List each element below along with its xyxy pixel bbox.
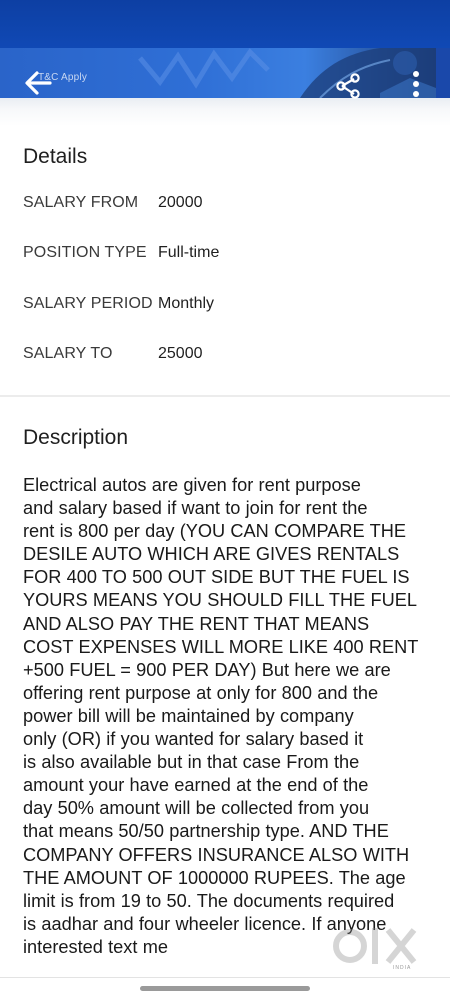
more-vertical-icon <box>413 71 419 97</box>
description-line: is also available but in that case From … <box>23 752 360 773</box>
detail-value-salary-to: 25000 <box>158 345 203 362</box>
description-line: Electrical autos are given for rent purp… <box>23 475 361 495</box>
description-line: COST EXPENSES WILL MORE LIKE 400 RENT <box>23 636 419 657</box>
back-button[interactable] <box>20 66 54 100</box>
description-heading: Description <box>23 426 129 449</box>
description-line: power bill will be maintained by company <box>23 705 354 726</box>
description-line: DESILE AUTO WHICH ARE GIVES RENTALS <box>23 544 400 565</box>
description-line: FOR 400 TO 500 OUT SIDE BUT THE FUEL IS <box>23 567 410 588</box>
more-options-button[interactable] <box>404 68 428 102</box>
bottom-divider <box>0 977 450 978</box>
olx-logo-icon <box>333 928 417 964</box>
share-button[interactable] <box>332 70 364 102</box>
description-line: YOURS MEANS YOU SHOULD FILL THE FUEL <box>23 590 418 611</box>
description-line: COMPANY OFFERS INSURANCE ALSO WITH <box>23 844 410 865</box>
description-line: rent is 800 per day (YOU CAN COMPARE THE <box>23 521 406 542</box>
share-icon <box>336 73 360 99</box>
description-line: +500 FUEL = 900 PER DAY) But here we are <box>23 659 391 680</box>
detail-label-salary-period: SALARY PERIOD <box>23 295 153 312</box>
description-line: and salary based if want to join for ren… <box>23 498 368 519</box>
description-line: day 50% amount will be collected from yo… <box>23 798 370 819</box>
description-line: AND ALSO PAY THE RENT THAT MEANS <box>23 613 370 634</box>
detail-label-salary-to: SALARY TO <box>23 345 113 362</box>
description-line: amount your have earned at the end of th… <box>23 775 369 796</box>
description-line: that means 50/50 partnership type. AND T… <box>23 821 389 842</box>
detail-value-salary-from: 20000 <box>158 194 203 211</box>
description-text: Electrical autos are given for rent purp… <box>23 474 435 959</box>
description-line: THE AMOUNT OF 1000000 RUPEES. The age <box>23 867 406 888</box>
description-line: offering rent purpose at only for 800 an… <box>23 682 379 703</box>
arrow-left-icon <box>25 71 52 95</box>
detail-label-salary-from: SALARY FROM <box>23 194 139 211</box>
detail-value-position-type: Full-time <box>158 244 220 261</box>
description-line: only (OR) if you wanted for salary based… <box>23 729 364 750</box>
home-indicator-bar[interactable] <box>140 986 310 991</box>
banner-shadow <box>0 98 450 126</box>
detail-value-salary-period: Monthly <box>158 295 215 312</box>
banner-edge <box>436 48 450 98</box>
section-divider <box>0 395 450 397</box>
olx-watermark-sub: INDIA <box>393 965 412 971</box>
status-bar <box>0 0 450 48</box>
details-heading: Details <box>23 145 88 168</box>
description-line: limit is from 19 to 50. The documents re… <box>23 890 395 911</box>
detail-label-position-type: POSITION TYPE <box>23 244 147 261</box>
